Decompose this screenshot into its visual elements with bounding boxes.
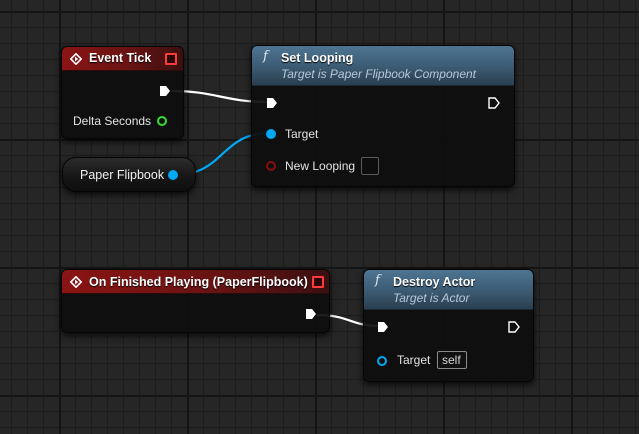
object-in-pin-icon[interactable] bbox=[266, 129, 276, 139]
destroy-actor-header[interactable]: f Destroy Actor Target is Actor bbox=[364, 270, 533, 310]
target-pin-label: Target bbox=[397, 353, 431, 367]
event-tick-title: Event Tick bbox=[89, 51, 152, 65]
paper-flipbook-label: Paper Flipbook bbox=[80, 168, 165, 182]
exec-in-pin-icon[interactable] bbox=[377, 321, 389, 333]
set-looping-title: Set Looping bbox=[281, 51, 354, 65]
on-finished-playing-title: On Finished Playing (PaperFlipbook) bbox=[89, 275, 308, 289]
event-tick-node[interactable]: Event Tick Delta Seconds bbox=[61, 46, 184, 139]
exec-out-pin-icon[interactable] bbox=[508, 321, 520, 333]
new-looping-pin-label: New Looping bbox=[285, 159, 356, 173]
object-in-pin-icon[interactable] bbox=[377, 356, 387, 366]
destroy-actor-title: Destroy Actor bbox=[393, 275, 476, 289]
new-looping-checkbox[interactable] bbox=[361, 157, 379, 175]
bool-in-pin-icon[interactable] bbox=[266, 161, 276, 171]
on-finished-playing-header[interactable]: On Finished Playing (PaperFlipbook) bbox=[62, 270, 329, 294]
exec-out-pin-icon[interactable] bbox=[305, 308, 317, 320]
target-self-field[interactable]: self bbox=[437, 351, 467, 369]
function-f-icon: f bbox=[263, 49, 268, 64]
set-looping-subtitle: Target is Paper Flipbook Component bbox=[281, 67, 476, 81]
target-pin-label: Target bbox=[285, 127, 319, 141]
delegate-square-icon[interactable] bbox=[165, 53, 177, 65]
object-out-pin-icon[interactable] bbox=[168, 170, 178, 180]
event-diamond-icon bbox=[70, 53, 82, 65]
event-tick-header[interactable]: Event Tick bbox=[62, 47, 183, 71]
exec-out-pin-icon[interactable] bbox=[488, 97, 500, 109]
exec-in-pin-icon[interactable] bbox=[266, 97, 278, 109]
paper-flipbook-variable-node[interactable]: Paper Flipbook bbox=[62, 157, 196, 192]
delegate-square-icon[interactable] bbox=[312, 276, 324, 288]
exec-out-pin-icon[interactable] bbox=[159, 85, 171, 97]
delta-seconds-label: Delta Seconds bbox=[73, 114, 152, 128]
destroy-actor-subtitle: Target is Actor bbox=[393, 291, 470, 305]
event-diamond-icon bbox=[70, 276, 82, 288]
set-looping-header[interactable]: f Set Looping Target is Paper Flipbook C… bbox=[252, 46, 514, 86]
destroy-actor-node[interactable]: f Destroy Actor Target is Actor Target s… bbox=[363, 269, 534, 382]
set-looping-node[interactable]: f Set Looping Target is Paper Flipbook C… bbox=[251, 45, 515, 187]
on-finished-playing-node[interactable]: On Finished Playing (PaperFlipbook) bbox=[61, 269, 330, 333]
float-out-pin-icon[interactable] bbox=[157, 116, 167, 126]
function-f-icon: f bbox=[375, 273, 380, 288]
